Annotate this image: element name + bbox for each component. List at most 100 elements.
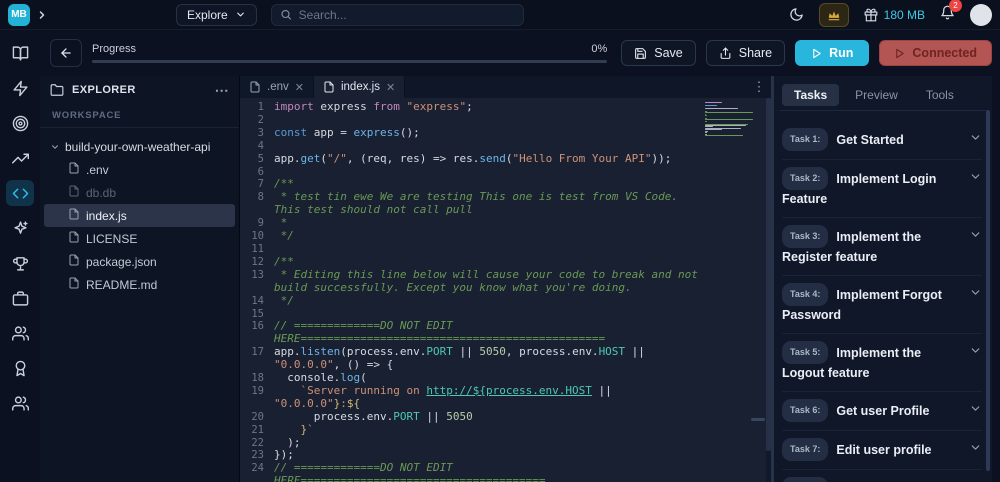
sidebar-expand-chevron-icon[interactable]	[36, 9, 48, 21]
folder-icon	[50, 84, 64, 96]
chevron-down-icon	[236, 12, 244, 17]
task-item-3[interactable]: Task 3: Implement the Register feature	[782, 218, 982, 276]
task-title: Get Started	[836, 133, 904, 147]
close-tab-icon[interactable]: ✕	[295, 81, 304, 94]
editor-menu-button[interactable]: ⋮	[747, 76, 771, 98]
connected-button[interactable]: Connected	[879, 40, 992, 66]
explorer-panel: EXPLORER ⋯ WORKSPACE build-your-own-weat…	[40, 76, 240, 482]
tree-folder-row[interactable]: build-your-own-weather-api	[44, 136, 235, 158]
tree-file-.env[interactable]: .env	[44, 158, 235, 181]
tasks-scrollbar[interactable]	[986, 110, 990, 478]
task-badge: Task 3:	[782, 225, 829, 248]
file-icon	[68, 254, 80, 269]
tree-file-LICENSE[interactable]: LICENSE	[44, 227, 235, 250]
task-item-2[interactable]: Task 2: Implement Login Feature	[782, 160, 982, 218]
code-line-13: 13 * Editing this line below will cause …	[251, 267, 705, 294]
code-line-20: 20 process.env.PORT || 5050	[251, 409, 473, 423]
award-icon[interactable]	[6, 355, 34, 381]
file-icon	[68, 185, 80, 200]
storage-indicator[interactable]: 180 MB	[864, 8, 925, 22]
task-badge: Task 5:	[782, 341, 829, 364]
task-badge: Task 4:	[782, 283, 829, 306]
file-icon	[68, 208, 80, 223]
tab-tasks[interactable]: Tasks	[782, 84, 840, 106]
editor-horizontal-scrollbar[interactable]	[751, 418, 765, 421]
tasks-panel: Tasks Preview Tools Task 1: Get Started Task…	[771, 76, 992, 482]
task-item-1[interactable]: Task 1: Get Started	[782, 121, 982, 160]
tree-file-README.md[interactable]: README.md	[44, 273, 235, 296]
file-icon	[323, 81, 335, 93]
app-logo[interactable]: MB	[8, 3, 30, 26]
code-line-21: 21 }`	[251, 422, 314, 436]
share-button[interactable]: Share	[705, 40, 786, 66]
code-line-19: 19 `Server running on http://${process.e…	[251, 383, 619, 410]
chevron-down-icon[interactable]	[969, 402, 982, 420]
chevron-down-icon[interactable]	[969, 170, 982, 188]
user-avatar[interactable]	[970, 3, 992, 26]
task-item-8[interactable]: Task 8:Add a new location	[782, 470, 982, 482]
code-line-8: 8 * test tin ewe We are testing This one…	[257, 190, 685, 217]
code-editor-icon[interactable]	[6, 180, 34, 206]
code-line-24: 24// =============DO NOT EDIT HERE======…	[251, 461, 546, 482]
dark-mode-toggle[interactable]	[789, 7, 804, 22]
users-icon[interactable]	[6, 320, 34, 346]
progress-label: Progress	[92, 43, 137, 55]
editor-tab-bar: .env ✕ index.js ✕ ⋮	[240, 76, 771, 98]
play-icon	[813, 48, 821, 58]
code-line-3: 3 const app = express();	[257, 125, 420, 139]
folder-name: build-your-own-weather-api	[65, 140, 211, 154]
mentors-icon[interactable]	[6, 390, 34, 416]
chevron-down-icon[interactable]	[969, 131, 982, 149]
briefcase-icon[interactable]	[6, 285, 34, 311]
trophy-icon[interactable]	[6, 250, 34, 276]
explorer-more-button[interactable]: ⋯	[215, 83, 229, 97]
file-icon	[249, 81, 261, 93]
minimap[interactable]	[705, 102, 755, 138]
search-input[interactable]	[298, 7, 515, 22]
save-icon	[635, 47, 647, 59]
share-icon	[720, 47, 731, 59]
code-area[interactable]: 1 import express from "express"; 2 3 const a…	[240, 98, 771, 482]
task-badge: Task 2:	[782, 167, 829, 190]
target-icon[interactable]	[6, 110, 34, 136]
close-tab-icon[interactable]: ✕	[386, 81, 395, 94]
save-button[interactable]: Save	[621, 40, 696, 66]
arrow-left-icon	[61, 48, 71, 58]
notification-count-badge: 2	[949, 0, 962, 12]
moon-icon	[789, 8, 803, 21]
crown-icon	[828, 11, 839, 20]
editor-tab-.env[interactable]: .env ✕	[240, 76, 314, 98]
tree-file-db.db[interactable]: db.db	[44, 181, 235, 204]
chevron-down-icon[interactable]	[969, 228, 982, 246]
task-item-5[interactable]: Task 5: Implement the Logout feature	[782, 334, 982, 392]
run-button[interactable]: Run	[795, 40, 870, 66]
chevron-down-icon[interactable]	[969, 441, 982, 459]
task-item-7[interactable]: Task 7: Edit user profile	[782, 431, 982, 470]
task-item-6[interactable]: Task 6: Get user Profile	[782, 392, 982, 431]
notifications-button[interactable]: 2	[940, 0, 962, 25]
zap-icon[interactable]	[6, 75, 34, 101]
tab-preview[interactable]: Preview	[843, 84, 910, 106]
connected-label: Connected	[912, 46, 977, 60]
project-toolbar: Progress 0% Save Share Run Connected	[40, 30, 1000, 76]
search-box[interactable]	[270, 3, 524, 26]
sparkles-icon[interactable]	[6, 215, 34, 241]
editor-tab-index.js[interactable]: index.js ✕	[313, 76, 406, 98]
tree-file-package.json[interactable]: package.json	[44, 250, 235, 273]
trending-up-icon[interactable]	[6, 145, 34, 171]
top-bar: MB Explore 180 MB 2	[0, 0, 1000, 30]
chevron-down-icon[interactable]	[969, 344, 982, 362]
workspace-section-label: WORKSPACE	[40, 104, 239, 128]
upgrade-button[interactable]	[818, 2, 849, 27]
tree-file-index.js[interactable]: index.js	[44, 204, 235, 227]
code-line-17: 17 app.listen(process.env.PORT || 5050, p…	[251, 345, 652, 372]
explore-button[interactable]: Explore	[176, 3, 257, 26]
chevron-down-icon[interactable]	[969, 286, 982, 304]
progress-percent: 0%	[591, 43, 608, 55]
back-button[interactable]	[50, 39, 82, 67]
explore-label: Explore	[187, 7, 228, 22]
storage-label: 180 MB	[883, 7, 925, 22]
task-item-4[interactable]: Task 4: Implement Forgot Password	[782, 276, 982, 334]
book-icon[interactable]	[6, 40, 34, 66]
tab-tools[interactable]: Tools	[914, 84, 966, 106]
